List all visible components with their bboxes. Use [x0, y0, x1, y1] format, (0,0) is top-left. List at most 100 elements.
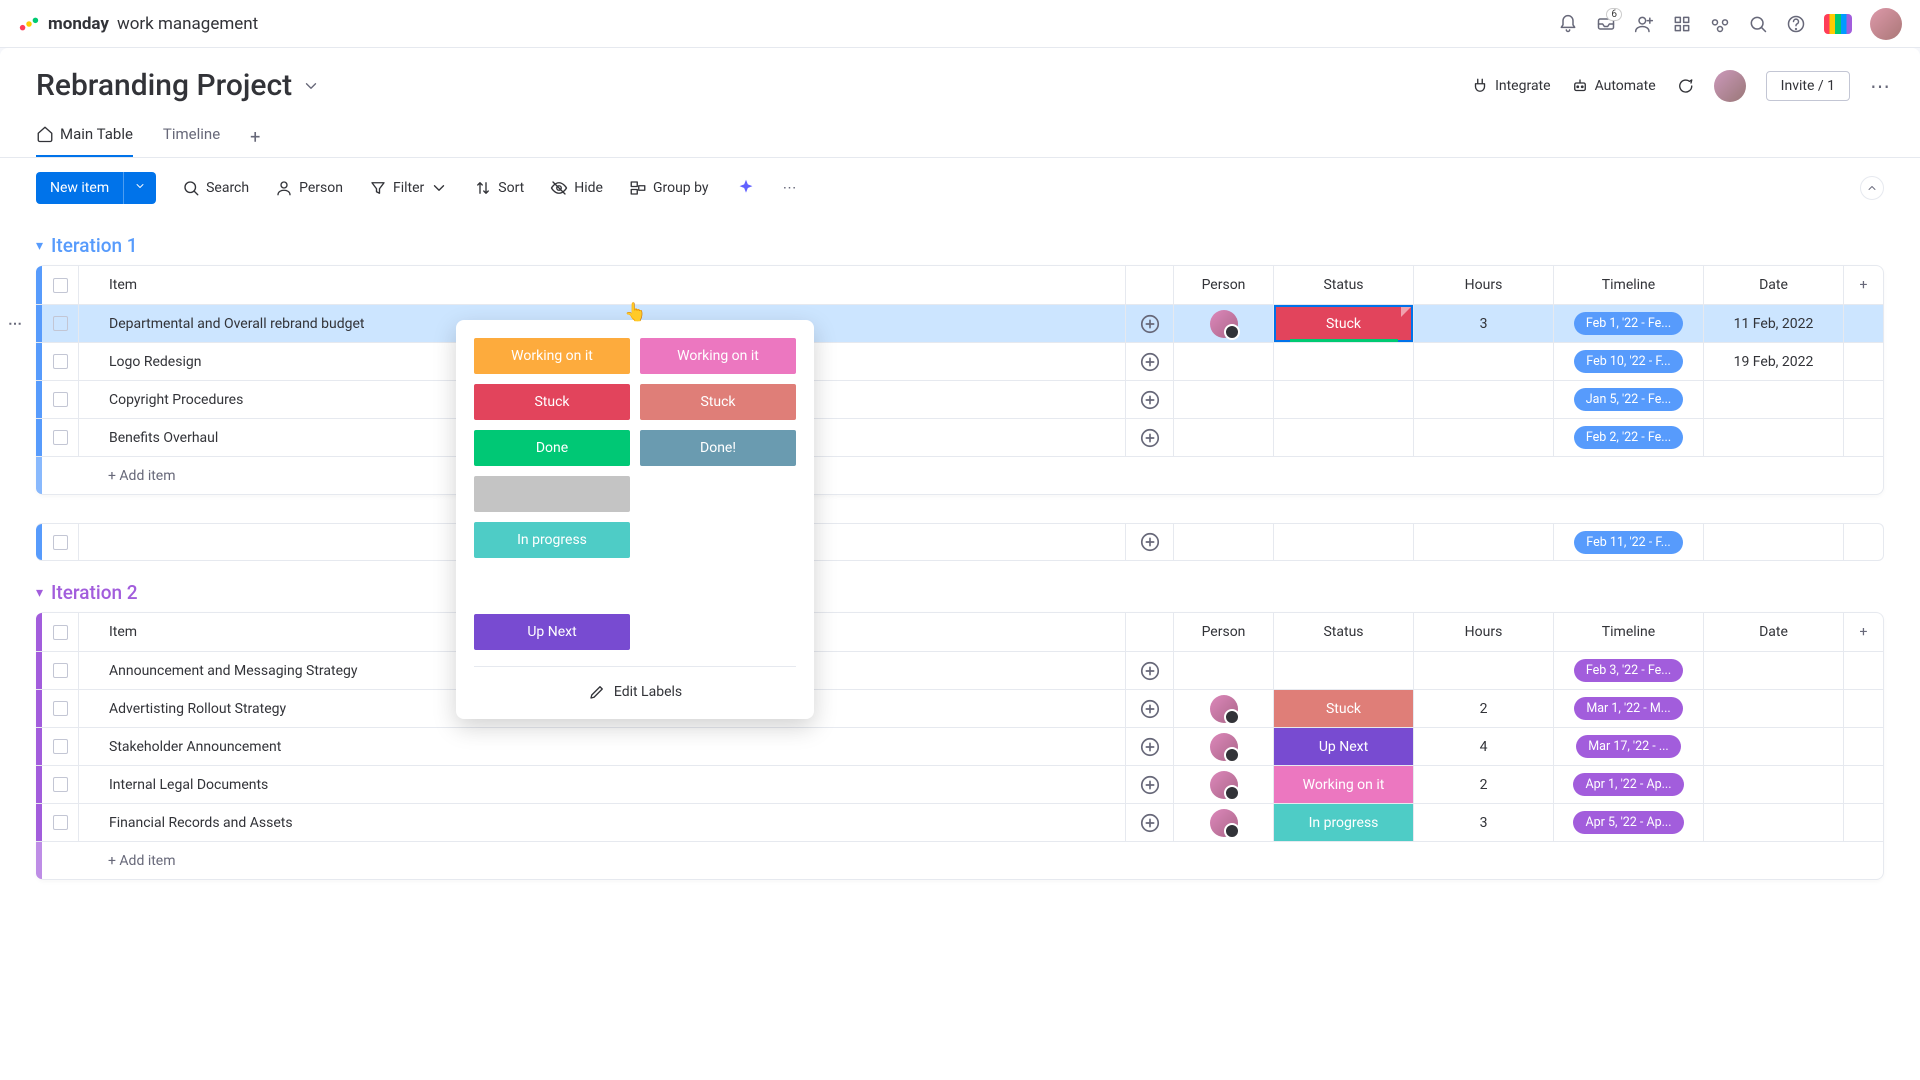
board-owner-avatar[interactable] — [1714, 70, 1746, 102]
status-cell[interactable]: In progress — [1273, 804, 1413, 841]
search-button[interactable]: Search — [182, 179, 249, 197]
filter-button[interactable]: Filter — [369, 179, 448, 197]
date-cell[interactable] — [1703, 652, 1843, 689]
col-item[interactable]: Item — [78, 266, 1125, 304]
date-cell[interactable] — [1703, 766, 1843, 803]
row-checkbox[interactable] — [53, 815, 68, 830]
invite-members-icon[interactable] — [1634, 14, 1654, 34]
col-status[interactable]: Status — [1273, 266, 1413, 304]
chevron-down-icon[interactable] — [123, 172, 156, 204]
conversation-icon[interactable] — [1139, 351, 1161, 373]
collapse-toolbar-icon[interactable] — [1860, 176, 1884, 200]
select-all-checkbox[interactable] — [53, 278, 68, 293]
status-cell[interactable] — [1273, 381, 1413, 418]
row-checkbox[interactable] — [53, 777, 68, 792]
row-checkbox[interactable] — [53, 663, 68, 678]
status-chip[interactable]: Stuck — [1274, 690, 1413, 727]
inbox-icon[interactable]: 6 — [1596, 14, 1616, 34]
col-person[interactable]: Person — [1173, 613, 1273, 651]
status-chip[interactable]: Up Next — [1274, 728, 1413, 765]
person-cell[interactable] — [1173, 652, 1273, 689]
hours-cell[interactable] — [1413, 419, 1553, 456]
row-checkbox[interactable] — [53, 430, 68, 445]
person-avatar[interactable] — [1210, 695, 1238, 723]
table-row[interactable]: Logo Redesign Feb 10, '22 - F... 19 Feb,… — [36, 342, 1883, 380]
date-cell[interactable] — [1703, 419, 1843, 456]
row-checkbox[interactable] — [53, 701, 68, 716]
timeline-cell[interactable]: Mar 17, '22 - ... — [1553, 728, 1703, 765]
select-all-checkbox[interactable] — [53, 625, 68, 640]
date-cell[interactable]: 11 Feb, 2022 — [1703, 305, 1843, 342]
timeline-cell[interactable]: Feb 10, '22 - F... — [1553, 343, 1703, 380]
col-person[interactable]: Person — [1173, 266, 1273, 304]
chevron-down-icon[interactable]: ▾ — [36, 238, 43, 254]
status-option[interactable]: Up Next — [474, 614, 630, 650]
date-cell[interactable]: 19 Feb, 2022 — [1703, 343, 1843, 380]
table-row[interactable]: ⋯ Departmental and Overall rebrand budge… — [36, 304, 1883, 342]
status-chip[interactable]: In progress — [1274, 804, 1413, 841]
row-checkbox[interactable] — [53, 535, 68, 550]
workspaces-icon[interactable] — [1710, 14, 1730, 34]
status-option[interactable]: Done — [474, 430, 630, 466]
timeline-cell[interactable]: Feb 2, '22 - Fe... — [1553, 419, 1703, 456]
row-checkbox[interactable] — [53, 392, 68, 407]
row-checkbox[interactable] — [53, 316, 68, 331]
person-filter-button[interactable]: Person — [275, 179, 343, 197]
timeline-cell[interactable]: Feb 1, '22 - Fe... — [1553, 305, 1703, 342]
ai-assistant-icon[interactable] — [735, 177, 757, 199]
brand[interactable]: monday work management — [18, 13, 258, 35]
board-title[interactable]: Rebranding Project — [36, 68, 320, 103]
board-menu-icon[interactable]: ⋯ — [1870, 74, 1890, 98]
hours-cell[interactable] — [1413, 343, 1553, 380]
person-cell[interactable] — [1173, 766, 1273, 803]
help-icon[interactable] — [1786, 14, 1806, 34]
conversation-icon[interactable] — [1139, 736, 1161, 758]
timeline-cell[interactable]: Mar 1, '22 - M... — [1553, 690, 1703, 727]
conversation-icon[interactable] — [1139, 389, 1161, 411]
invite-button[interactable]: Invite / 1 — [1766, 71, 1850, 101]
person-avatar[interactable] — [1210, 310, 1238, 338]
col-date[interactable]: Date — [1703, 266, 1843, 304]
timeline-cell[interactable]: Apr 1, '22 - Ap... — [1553, 766, 1703, 803]
status-chip[interactable]: Working on it — [1274, 766, 1413, 803]
col-timeline[interactable]: Timeline — [1553, 266, 1703, 304]
col-status[interactable]: Status — [1273, 613, 1413, 651]
status-option[interactable]: Working on it — [474, 338, 630, 374]
table-row[interactable]: Stakeholder Announcement Up Next 4 Mar 1… — [36, 727, 1883, 765]
add-column-button[interactable]: + — [1843, 613, 1883, 651]
status-option[interactable]: Stuck — [640, 384, 796, 420]
table-row[interactable]: Internal Legal Documents Working on it 2… — [36, 765, 1883, 803]
search-icon[interactable] — [1748, 14, 1768, 34]
status-cell[interactable]: Stuck — [1273, 305, 1413, 342]
chat-icon[interactable] — [1676, 77, 1694, 95]
products-switcher-icon[interactable] — [1824, 14, 1852, 34]
person-cell[interactable] — [1173, 690, 1273, 727]
status-option[interactable] — [474, 476, 630, 512]
row-menu-icon[interactable]: ⋯ — [8, 316, 22, 332]
conversation-icon[interactable] — [1139, 660, 1161, 682]
status-option[interactable]: Stuck — [474, 384, 630, 420]
person-avatar[interactable] — [1210, 809, 1238, 837]
row-checkbox[interactable] — [53, 354, 68, 369]
bell-icon[interactable] — [1558, 14, 1578, 34]
user-avatar[interactable] — [1870, 8, 1902, 40]
add-column-button[interactable]: + — [1843, 266, 1883, 304]
tab-timeline[interactable]: Timeline — [163, 117, 220, 157]
hours-cell[interactable]: 2 — [1413, 690, 1553, 727]
conversation-icon[interactable] — [1139, 313, 1161, 335]
table-row[interactable]: Advertisting Rollout Strategy Stuck 2 Ma… — [36, 689, 1883, 727]
date-cell[interactable] — [1703, 690, 1843, 727]
status-cell[interactable] — [1273, 652, 1413, 689]
timeline-cell[interactable]: Jan 5, '22 - Fe... — [1553, 381, 1703, 418]
item-name[interactable]: Stakeholder Announcement — [78, 728, 1125, 765]
group-header[interactable]: ▾ Iteration 1 — [36, 234, 1884, 257]
timeline-chip[interactable]: Feb 11, '22 - F... — [1574, 531, 1682, 554]
new-item-button[interactable]: New item — [36, 172, 156, 204]
conversation-icon[interactable] — [1139, 427, 1161, 449]
date-cell[interactable] — [1703, 381, 1843, 418]
conversation-icon[interactable] — [1139, 531, 1161, 553]
chevron-down-icon[interactable]: ▾ — [36, 585, 43, 601]
integrate-button[interactable]: Integrate — [1471, 77, 1551, 95]
conversation-icon[interactable] — [1139, 774, 1161, 796]
hours-cell[interactable] — [1413, 381, 1553, 418]
